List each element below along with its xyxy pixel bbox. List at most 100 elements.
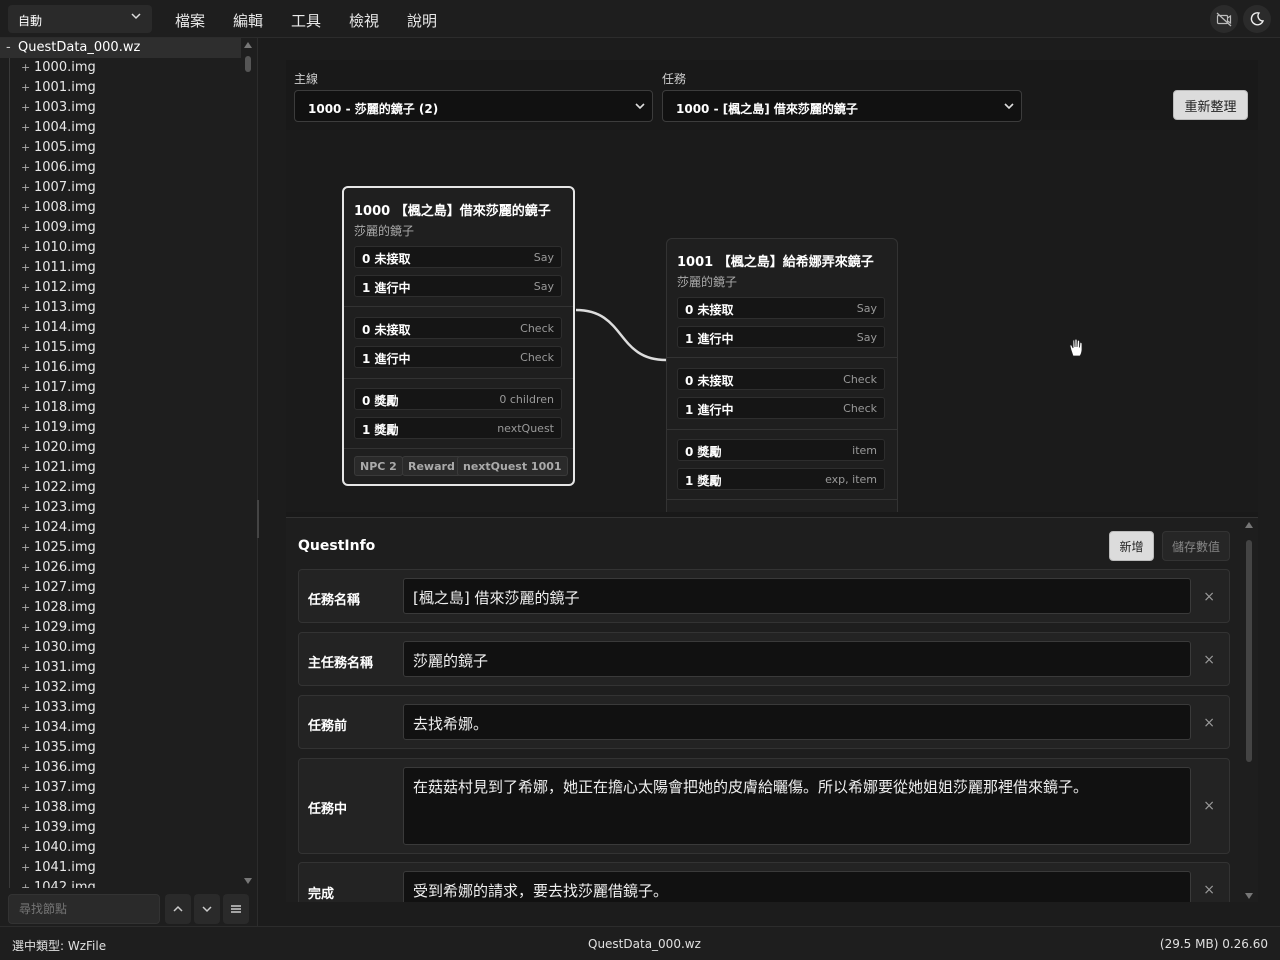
expand-icon[interactable]: + — [21, 641, 30, 654]
field-value-input[interactable]: 莎麗的鏡子 — [403, 641, 1191, 677]
expand-icon[interactable]: + — [21, 121, 30, 134]
tree-item[interactable]: +1012.img — [0, 278, 241, 298]
expand-icon[interactable]: + — [21, 61, 30, 74]
tree-item[interactable]: +1042.img — [0, 878, 241, 888]
find-node-input[interactable] — [8, 894, 160, 924]
expand-icon[interactable]: + — [21, 441, 30, 454]
expand-icon[interactable]: + — [21, 81, 30, 94]
expand-icon[interactable]: + — [21, 861, 30, 874]
quest-graph-canvas[interactable]: 1000 【楓之島】借來莎麗的鏡子 莎麗的鏡子 0 未接取 Say 1 進行中 Say… — [286, 130, 1258, 512]
expand-icon[interactable]: + — [21, 521, 30, 534]
expand-icon[interactable]: + — [21, 721, 30, 734]
tree-item[interactable]: +1024.img — [0, 518, 241, 538]
expand-icon[interactable]: + — [21, 841, 30, 854]
expand-icon[interactable]: + — [21, 541, 30, 554]
expand-icon[interactable]: + — [21, 681, 30, 694]
node-state-row[interactable]: 0 未接取 Say — [354, 246, 562, 268]
tree-item[interactable]: +1016.img — [0, 358, 241, 378]
tree-item[interactable]: +1014.img — [0, 318, 241, 338]
scroll-down-icon[interactable] — [244, 878, 252, 884]
expand-icon[interactable]: + — [21, 621, 30, 634]
node-state-row[interactable]: 0 未接取 Check — [677, 368, 885, 390]
node-state-row[interactable]: 0 獎勵 0 children — [354, 388, 562, 410]
node-state-row[interactable]: 0 未接取 Check — [354, 317, 562, 339]
tree-item[interactable]: +1029.img — [0, 618, 241, 638]
mode-select[interactable]: 自動 — [8, 5, 152, 33]
add-button[interactable]: 新增 — [1109, 531, 1154, 561]
tree-item[interactable]: +1003.img — [0, 98, 241, 118]
node-state-row[interactable]: 1 進行中 Say — [677, 326, 885, 348]
node-state-row[interactable]: 1 進行中 Check — [677, 397, 885, 419]
expand-icon[interactable]: + — [21, 201, 30, 214]
tree-item[interactable]: +1009.img — [0, 218, 241, 238]
tree-item[interactable]: +1011.img — [0, 258, 241, 278]
expand-icon[interactable]: + — [21, 801, 30, 814]
expand-icon[interactable]: + — [21, 581, 30, 594]
find-prev-button[interactable] — [165, 894, 191, 924]
tree-item[interactable]: +1017.img — [0, 378, 241, 398]
tree-item[interactable]: +1037.img — [0, 778, 241, 798]
expand-icon[interactable]: + — [21, 341, 30, 354]
menu-file[interactable]: 檔案 — [175, 10, 205, 31]
expand-icon[interactable]: + — [21, 321, 30, 334]
expand-icon[interactable]: + — [21, 761, 30, 774]
expand-icon[interactable]: + — [21, 821, 30, 834]
tree-item[interactable]: +1010.img — [0, 238, 241, 258]
node-state-row[interactable]: 1 獎勵 exp, item — [677, 468, 885, 490]
tree-item[interactable]: +1008.img — [0, 198, 241, 218]
expand-icon[interactable]: + — [21, 381, 30, 394]
tree-item[interactable]: +1007.img — [0, 178, 241, 198]
tree-item[interactable]: +1035.img — [0, 738, 241, 758]
node-state-row[interactable]: 0 未接取 Say — [677, 297, 885, 319]
tree-item[interactable]: +1005.img — [0, 138, 241, 158]
scroll-down-icon[interactable] — [1245, 893, 1253, 899]
tree-item[interactable]: +1040.img — [0, 838, 241, 858]
expand-icon[interactable]: + — [21, 701, 30, 714]
tree-item[interactable]: +1015.img — [0, 338, 241, 358]
tree-item[interactable]: +1031.img — [0, 658, 241, 678]
delete-field-icon[interactable]: × — [1203, 715, 1215, 731]
node-state-row[interactable]: 1 獎勵 nextQuest — [354, 417, 562, 439]
tree-item[interactable]: +1023.img — [0, 498, 241, 518]
delete-field-icon[interactable]: × — [1203, 589, 1215, 605]
scroll-thumb[interactable] — [245, 56, 251, 72]
tree-root-node[interactable]: - QuestData_000.wz — [0, 38, 241, 58]
tree-item[interactable]: +1025.img — [0, 538, 241, 558]
expand-icon[interactable]: + — [21, 601, 30, 614]
expand-icon[interactable]: + — [21, 361, 30, 374]
expand-icon[interactable]: + — [21, 401, 30, 414]
expand-icon[interactable]: + — [21, 781, 30, 794]
tree-item[interactable]: +1022.img — [0, 478, 241, 498]
delete-field-icon[interactable]: × — [1203, 652, 1215, 668]
expand-icon[interactable]: + — [21, 661, 30, 674]
expand-icon[interactable]: + — [21, 461, 30, 474]
tree-item[interactable]: +1018.img — [0, 398, 241, 418]
tree-item[interactable]: +1026.img — [0, 558, 241, 578]
reorganize-button[interactable]: 重新整理 — [1173, 90, 1248, 120]
tree-item[interactable]: +1019.img — [0, 418, 241, 438]
expand-icon[interactable]: + — [21, 421, 30, 434]
camera-off-button[interactable] — [1210, 5, 1238, 33]
menu-view[interactable]: 檢視 — [349, 10, 379, 31]
node-state-row[interactable]: 0 獎勵 item — [677, 439, 885, 461]
tree-item[interactable]: +1006.img — [0, 158, 241, 178]
quest-node-1001[interactable]: 1001 【楓之島】給希娜弄來鏡子 莎麗的鏡子 0 未接取 Say 1 進行中 Say… — [666, 238, 898, 512]
info-scrollbar[interactable] — [1242, 518, 1256, 902]
field-value-input[interactable]: 去找希娜。 — [403, 704, 1191, 740]
expand-icon[interactable]: + — [21, 741, 30, 754]
find-next-button[interactable] — [194, 894, 220, 924]
field-value-input[interactable]: 受到希娜的請求，要去找莎麗借鏡子。 — [403, 871, 1191, 902]
expand-icon[interactable]: + — [21, 501, 30, 514]
expand-icon[interactable]: + — [21, 141, 30, 154]
tree-item[interactable]: +1038.img — [0, 798, 241, 818]
tree-scrollbar[interactable] — [242, 38, 254, 888]
expand-icon[interactable]: + — [21, 161, 30, 174]
node-state-row[interactable]: 1 進行中 Say — [354, 275, 562, 297]
tree-item[interactable]: +1020.img — [0, 438, 241, 458]
tree-item[interactable]: +1000.img — [0, 58, 241, 78]
expand-icon[interactable]: + — [21, 281, 30, 294]
tree-item[interactable]: +1039.img — [0, 818, 241, 838]
expand-icon[interactable]: + — [21, 241, 30, 254]
splitter-handle[interactable] — [257, 500, 259, 538]
expand-icon[interactable]: + — [21, 101, 30, 114]
